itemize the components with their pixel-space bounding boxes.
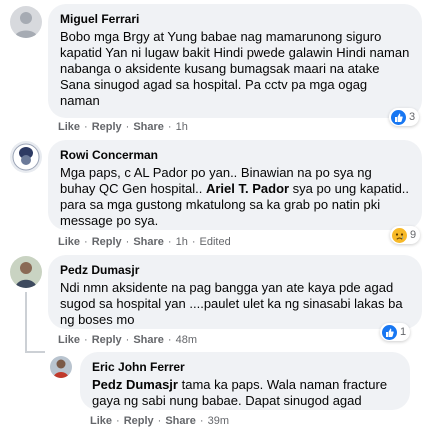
comment-bubble: Rowi Concerman Mga paps, c AL Pador po y…: [48, 140, 422, 230]
thread-line: [25, 292, 27, 352]
like-icon: [382, 324, 397, 340]
comment-timestamp[interactable]: 1h: [176, 121, 188, 133]
thread-line: [25, 351, 45, 353]
share-button[interactable]: Share: [133, 236, 164, 248]
comment-timestamp[interactable]: 1h: [176, 236, 188, 248]
reaction-badge[interactable]: 1: [380, 323, 411, 341]
reaction-badge[interactable]: 9: [390, 226, 421, 244]
avatar[interactable]: [50, 356, 72, 378]
comment-author[interactable]: Pedz Dumasjr: [60, 263, 410, 278]
mention-link[interactable]: Pedz Dumasjr: [92, 377, 178, 392]
comment-text: Bobo mga Brgy at Yung babae nag mamaruno…: [60, 29, 410, 108]
avatar[interactable]: [10, 141, 42, 173]
share-button[interactable]: Share: [133, 334, 164, 346]
like-button[interactable]: Like: [58, 334, 80, 346]
like-button[interactable]: Like: [58, 121, 80, 133]
comment-timestamp[interactable]: 48m: [176, 334, 197, 346]
comment-actions: Like · Reply · Share · 48m: [58, 334, 197, 346]
avatar[interactable]: [10, 256, 42, 288]
mention-link[interactable]: Ariel T. Pador: [206, 181, 289, 196]
comment-author[interactable]: Miguel Ferrari: [60, 12, 410, 27]
sad-icon: [392, 227, 407, 243]
comment-text: Mga paps, c AL Pador po yan.. Binawian n…: [60, 165, 410, 229]
reply-button[interactable]: Reply: [92, 236, 122, 248]
edited-label[interactable]: Edited: [200, 236, 231, 248]
comment-author[interactable]: Rowi Concerman: [60, 148, 410, 163]
comment-bubble: Miguel Ferrari Bobo mga Brgy at Yung bab…: [48, 4, 422, 118]
comment-bubble: Eric John Ferrer Pedz Dumasjr tama ka pa…: [80, 352, 410, 410]
reaction-count: 9: [410, 229, 417, 241]
comment-actions: Like · Reply · Share · 39m: [90, 415, 229, 427]
reaction-badge[interactable]: 3: [389, 108, 420, 126]
share-button[interactable]: Share: [165, 415, 196, 427]
like-button[interactable]: Like: [58, 236, 80, 248]
reply-button[interactable]: Reply: [124, 415, 154, 427]
reaction-count: 3: [409, 111, 416, 123]
comment-bubble: Pedz Dumasjr Ndi nmn aksidente na pag ba…: [48, 255, 422, 329]
comment-actions: Like · Reply · Share · 1h · Edited: [58, 236, 231, 248]
reply-button[interactable]: Reply: [92, 121, 122, 133]
comment-text: Ndi nmn aksidente na pag bangga yan ate …: [60, 280, 403, 327]
comment-text: Pedz Dumasjr tama ka paps. Wala naman fr…: [92, 377, 398, 409]
comment-timestamp[interactable]: 39m: [208, 415, 229, 427]
like-button[interactable]: Like: [90, 415, 112, 427]
share-button[interactable]: Share: [133, 121, 164, 133]
avatar[interactable]: [10, 6, 42, 38]
comment-author[interactable]: Eric John Ferrer: [92, 360, 398, 375]
comment-actions: Like · Reply · Share · 1h: [58, 121, 188, 133]
like-icon: [391, 109, 406, 125]
reply-button[interactable]: Reply: [92, 334, 122, 346]
reaction-count: 1: [400, 326, 407, 338]
